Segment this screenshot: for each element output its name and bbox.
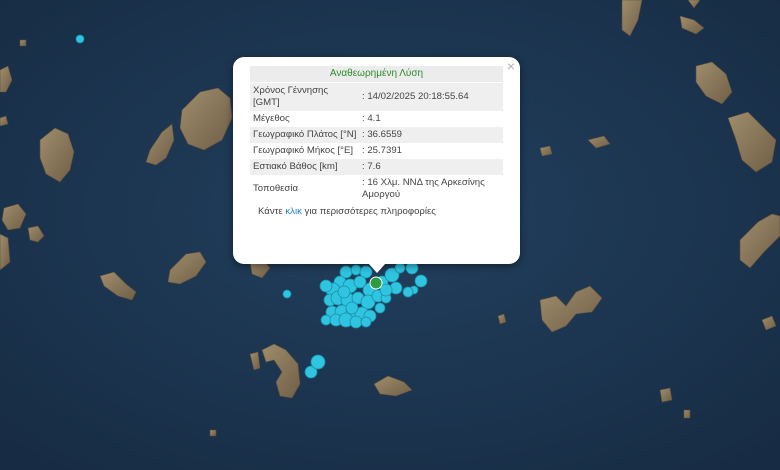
islet-d <box>659 387 673 403</box>
value-longitude: : 25.7391 <box>362 145 403 156</box>
earthquake-marker[interactable] <box>282 289 292 299</box>
islet-j <box>209 429 217 437</box>
earthquake-marker[interactable] <box>350 264 362 276</box>
islet-i <box>683 409 691 419</box>
value-depth: : 7.6 <box>360 159 503 175</box>
earthquake-marker[interactable] <box>402 286 414 298</box>
label-latitude: Γεωγραφικό Πλάτος [°N] <box>250 127 360 143</box>
more-info-link[interactable]: κλικ <box>285 206 302 217</box>
row-magnitude: Μέγεθος : 4.1 <box>250 111 503 127</box>
row-origin-time: Χρόνος Γέννησης [GMT] : 14/02/2025 20:18… <box>250 83 503 111</box>
label-origin-time: Χρόνος Γέννησης [GMT] <box>250 83 360 111</box>
earthquake-marker[interactable] <box>374 302 386 314</box>
row-latitude: Γεωγραφικό Πλάτος [°N] : 36.6559 <box>250 127 503 143</box>
earthquake-marker[interactable] <box>414 274 428 288</box>
more-info-line: Κάντε κλικ για περισσότερες πληροφορίες <box>250 206 503 217</box>
popup-title: Αναθεωρημένη Λύση <box>250 66 503 82</box>
earthquake-marker[interactable] <box>320 314 332 326</box>
row-depth: Εστιακό Βάθος [km] : 7.6 <box>250 159 503 175</box>
label-depth: Εστιακό Βάθος [km] <box>250 159 360 175</box>
value-origin-time: : 14/02/2025 20:18:55.64 <box>360 83 503 111</box>
more-suffix: για περισσότερες πληροφορίες <box>301 206 436 217</box>
label-longitude: Γεωγραφικό Μήκος [°E] <box>253 145 354 156</box>
earthquake-marker[interactable] <box>310 354 326 370</box>
value-magnitude: : 4.1 <box>362 113 381 124</box>
row-longitude: Γεωγραφικό Μήκος [°E] : 25.7391 <box>250 143 503 159</box>
value-latitude: : 36.6559 <box>360 127 503 143</box>
earthquake-marker[interactable] <box>319 279 333 293</box>
more-prefix: Κάντε <box>258 206 286 217</box>
earthquake-marker[interactable] <box>337 285 351 299</box>
event-details-table: Χρόνος Γέννησης [GMT] : 14/02/2025 20:18… <box>250 83 503 203</box>
earthquake-marker[interactable] <box>75 34 85 44</box>
earthquake-marker[interactable] <box>349 315 363 329</box>
value-location: : 16 Χλμ. ΝΝΔ της Αρκεσίνης Αμοργού <box>362 177 485 200</box>
popup-pointer <box>368 263 386 273</box>
earthquake-marker[interactable] <box>394 262 406 274</box>
row-location: Τοποθεσία : 16 Χλμ. ΝΝΔ της Αρκεσίνης Αμ… <box>250 175 503 203</box>
label-magnitude: Μέγεθος <box>253 113 290 124</box>
islet-f <box>19 39 27 47</box>
close-icon[interactable]: × <box>507 59 515 73</box>
event-info-popup: × Αναθεωρημένη Λύση Χρόνος Γέννησης [GMT… <box>233 57 520 264</box>
islet-c <box>539 145 553 157</box>
selected-event-marker[interactable] <box>369 276 383 290</box>
label-location: Τοποθεσία <box>253 183 299 194</box>
earthquake-marker[interactable] <box>345 301 359 315</box>
earthquake-marker[interactable] <box>360 316 372 328</box>
